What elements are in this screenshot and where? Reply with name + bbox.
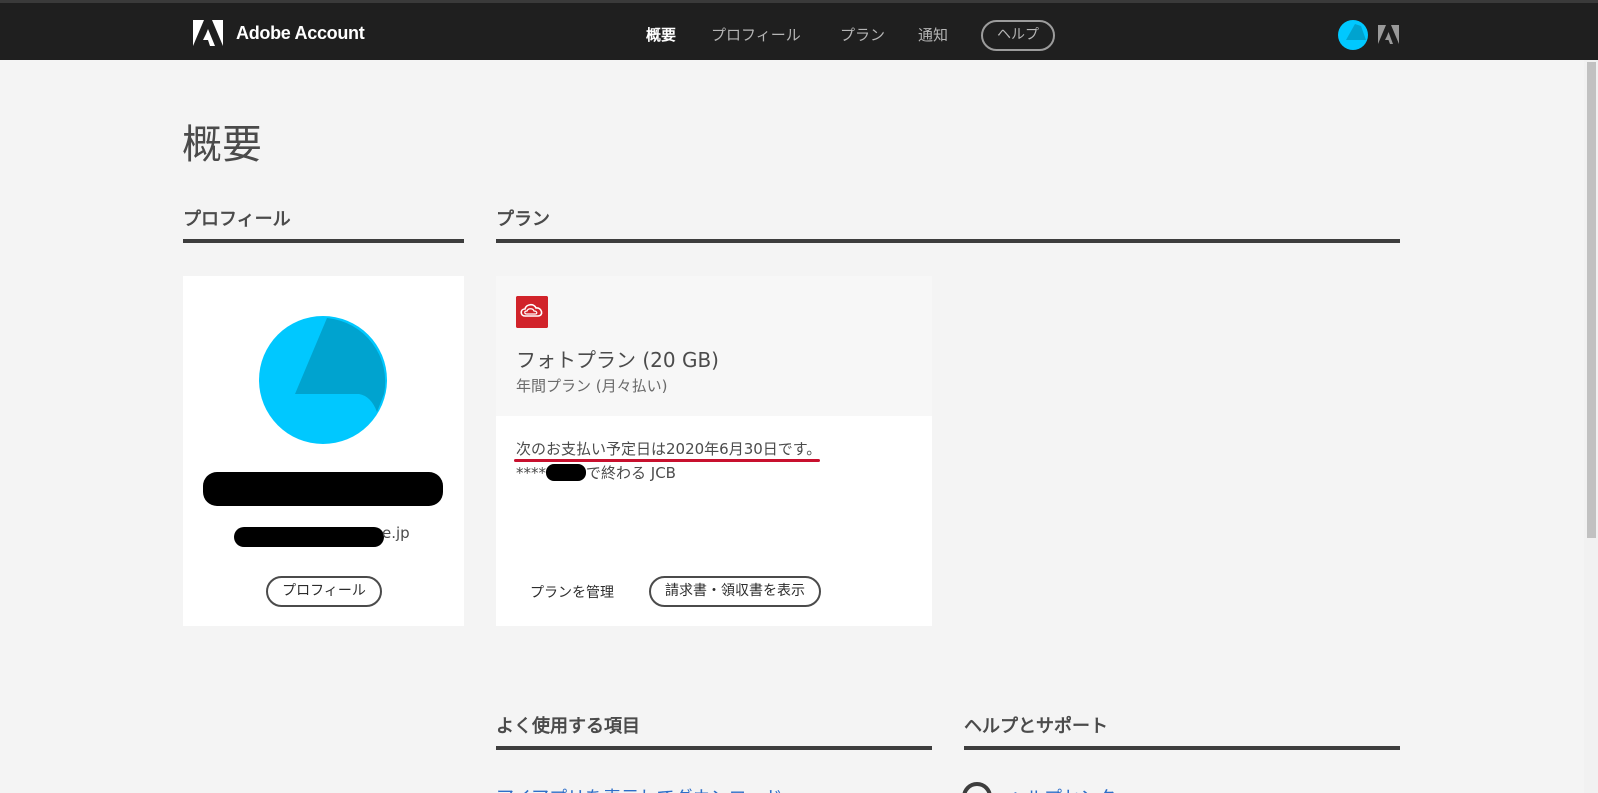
profile-avatar: [259, 316, 387, 444]
page-title: 概要: [182, 122, 262, 168]
avatar-icon[interactable]: [1338, 20, 1368, 50]
brand-name: Adobe Account: [236, 22, 365, 43]
adobe-logo-icon: [193, 20, 223, 46]
manage-plan-link[interactable]: プランを管理: [530, 582, 614, 602]
frequent-section-title: よく使用する項目: [496, 716, 640, 737]
redacted-email: [234, 527, 384, 547]
profile-section-title: プロフィール: [183, 209, 291, 230]
plan-section-title: プラン: [496, 209, 550, 230]
nav-profile[interactable]: プロフィール: [711, 20, 801, 50]
nav-plan[interactable]: プラン: [840, 20, 885, 50]
plan-billing-type: 年間プラン (月々払い): [516, 377, 668, 395]
card-brand: で終わる JCB: [586, 464, 676, 482]
profile-section-rule: [183, 239, 464, 243]
nav-notifications[interactable]: 通知: [918, 20, 948, 50]
plan-card-header: フォトプラン (20 GB) 年間プラン (月々払い): [496, 276, 932, 416]
top-navigation-bar: Adobe Account 概要 プロフィール プラン 通知 ヘルプ: [0, 0, 1598, 60]
help-circle-icon: [962, 782, 992, 793]
frequent-first-link[interactable]: アイアプリを表示してダウンロード: [496, 784, 783, 793]
plan-name: フォトプラン (20 GB): [516, 348, 719, 372]
help-center-link[interactable]: ヘルプセンター: [1008, 784, 1134, 793]
brand[interactable]: Adobe Account: [193, 20, 365, 46]
redacted-name: [203, 472, 443, 506]
page-scrollbar[interactable]: [1584, 60, 1598, 793]
redacted-card-digits: [546, 464, 586, 481]
view-invoices-button[interactable]: 請求書・領収書を表示: [649, 576, 821, 607]
email-suffix: e.jp: [382, 524, 410, 542]
plan-section-rule: [496, 239, 1400, 243]
support-section-rule: [964, 746, 1400, 750]
profile-card: e.jp プロフィール: [183, 276, 464, 626]
support-section-title: ヘルプとサポート: [964, 716, 1108, 737]
nav-overview[interactable]: 概要: [646, 20, 676, 50]
help-button[interactable]: ヘルプ: [981, 20, 1055, 51]
card-mask: ****: [516, 464, 546, 482]
frequent-section-rule: [496, 746, 932, 750]
adobe-apps-icon[interactable]: [1378, 25, 1399, 44]
scrollbar-thumb[interactable]: [1587, 62, 1596, 538]
creative-cloud-icon: [516, 296, 548, 328]
profile-button[interactable]: プロフィール: [266, 576, 382, 607]
next-payment-date: 次のお支払い予定日は2020年6月30日です。: [516, 440, 822, 458]
card-info: **** で終わる JCB: [516, 462, 676, 483]
plan-card: フォトプラン (20 GB) 年間プラン (月々払い) 次のお支払い予定日は20…: [496, 276, 932, 626]
